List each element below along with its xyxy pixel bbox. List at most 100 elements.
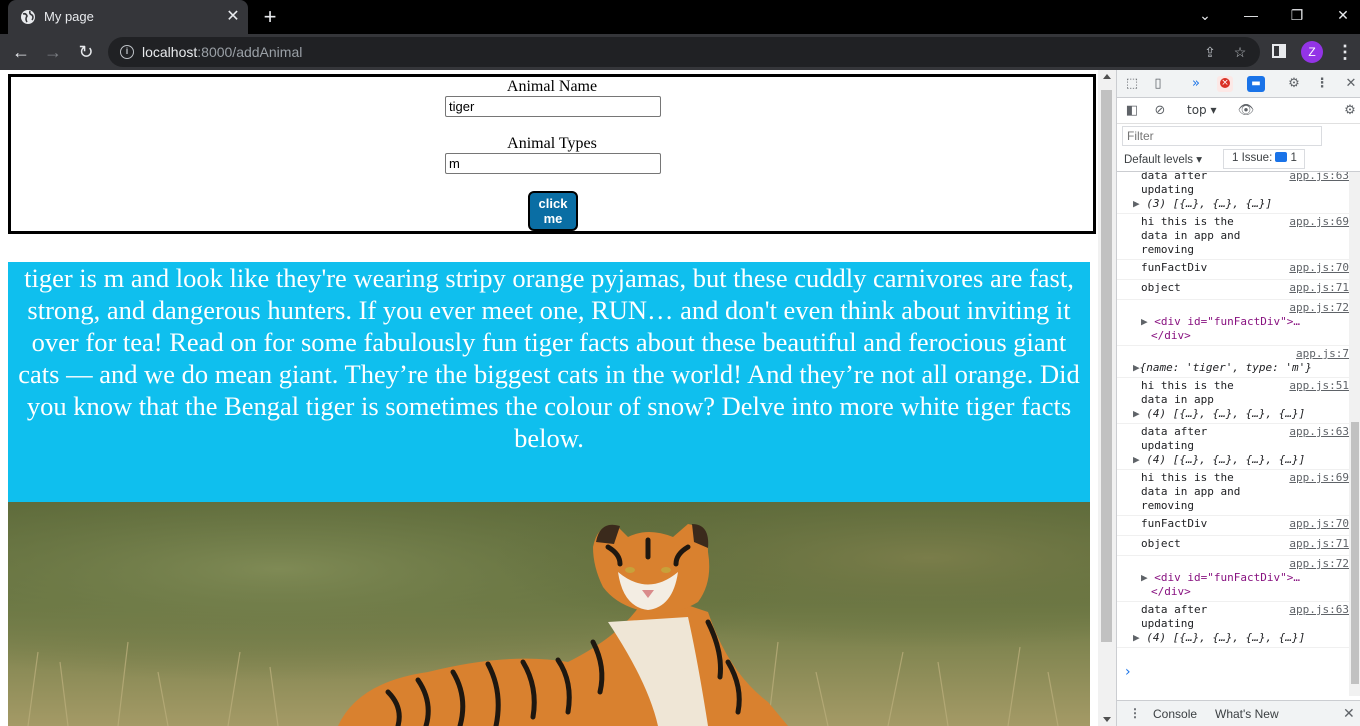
log-source-link[interactable]: app.js:70 <box>1289 517 1349 531</box>
share-icon[interactable]: ⇪ <box>1200 42 1220 62</box>
log-source-link[interactable]: app.js:51 <box>1289 379 1349 393</box>
console-log-entry: app.js:72 ▶ <div id="funFactDiv">… </div> <box>1117 556 1349 602</box>
levels-row: Default levels ▾ 1 Issue: 1 <box>1117 148 1360 172</box>
console-log-entry: app.js:63 data after updating ▶ (4) [{…}, … <box>1117 602 1349 648</box>
log-message: funFactDiv <box>1141 517 1208 530</box>
inspect-element-icon[interactable]: ⬚ <box>1123 75 1141 93</box>
log-element-close: </div> <box>1151 329 1191 342</box>
log-message: data after updating <box>1141 425 1208 452</box>
log-message: data after updating <box>1141 172 1208 196</box>
info-icon[interactable]: i <box>120 45 134 59</box>
log-source-link[interactable]: app.js:71 <box>1289 537 1349 551</box>
page-viewport: Animal Name Animal Types click me tiger … <box>0 70 1116 726</box>
log-message: hi this is the data in app <box>1141 379 1234 406</box>
console-scroll-thumb[interactable] <box>1351 422 1359 684</box>
message-count-icon[interactable]: ▬ <box>1247 76 1265 92</box>
devtools-menu-icon[interactable]: ⋮ <box>1313 75 1331 93</box>
address-bar[interactable]: i localhost:8000/addAnimal ⇪ ☆ <box>108 37 1260 67</box>
log-source-link[interactable]: app.js:72 <box>1289 557 1349 571</box>
animal-types-label: Animal Types <box>507 135 597 152</box>
tab-strip: My page ✕ + ⌄ — ❐ ✕ <box>0 0 1360 34</box>
log-levels-dropdown[interactable]: Default levels ▾ <box>1124 152 1202 166</box>
scroll-up-icon[interactable] <box>1103 74 1111 79</box>
bookmark-star-icon[interactable]: ☆ <box>1230 42 1250 62</box>
devtools-panel: ⬚ ▯ » ▬ ⚙ ⋮ ✕ ◧ ⊘ top ▾ 👁 ⚙ Default leve… <box>1116 70 1360 726</box>
more-tabs-icon[interactable]: » <box>1187 75 1205 93</box>
drawer-tab-console[interactable]: Console <box>1153 707 1197 721</box>
animal-types-input[interactable] <box>445 153 661 174</box>
console-settings-icon[interactable]: ⚙ <box>1341 102 1359 120</box>
console-filter-input[interactable] <box>1122 126 1322 146</box>
fun-fact-div: tiger is m and look like they're wearing… <box>8 262 1090 502</box>
animal-name-input[interactable] <box>445 96 661 117</box>
log-array-preview[interactable]: ▶ (4) [{…}, {…}, {…}, {…}] <box>1133 631 1343 645</box>
log-source-link[interactable]: app.js:72 <box>1289 301 1349 315</box>
drawer-close-icon[interactable]: ✕ <box>1343 705 1355 722</box>
profile-avatar[interactable]: Z <box>1301 41 1323 63</box>
live-expression-eye-icon[interactable]: 👁 <box>1237 102 1255 120</box>
log-source-link[interactable]: app.js:63 <box>1289 603 1349 617</box>
url-text: localhost:8000/addAnimal <box>142 44 303 60</box>
console-prompt-icon[interactable]: › <box>1125 664 1131 680</box>
tiger-image <box>8 502 1090 726</box>
log-message: object <box>1141 537 1181 550</box>
log-source-link[interactable]: app.js:69 <box>1289 215 1349 229</box>
log-element-preview[interactable]: ▶ <div id="funFactDiv">… <box>1141 315 1343 329</box>
back-icon[interactable]: ← <box>8 40 34 64</box>
browser-tab[interactable]: My page ✕ <box>8 0 248 34</box>
log-source-link[interactable]: app.js:71 <box>1289 281 1349 295</box>
reload-icon[interactable]: ↻ <box>73 40 99 64</box>
devtools-close-icon[interactable]: ✕ <box>1342 75 1360 93</box>
log-source-link[interactable]: app.js:70 <box>1289 261 1349 275</box>
scroll-down-icon[interactable] <box>1103 717 1111 722</box>
expand-triangle-icon[interactable]: ▶ <box>1133 197 1140 210</box>
log-source-link[interactable]: app.js:7 <box>1296 347 1349 361</box>
expand-triangle-icon[interactable]: ▶ <box>1133 631 1140 644</box>
expand-triangle-icon[interactable]: ▶ <box>1141 571 1148 584</box>
browser-menu-icon[interactable]: ⋮ <box>1336 40 1354 64</box>
expand-triangle-icon[interactable]: ▶ <box>1141 315 1148 328</box>
console-log-entry: app.js:69 hi this is the data in app and … <box>1117 470 1349 516</box>
expand-triangle-icon[interactable]: ▶ <box>1133 407 1140 420</box>
globe-icon <box>21 10 35 24</box>
log-source-link[interactable]: app.js:63 <box>1289 425 1349 439</box>
issue-icon <box>1275 152 1288 162</box>
log-source-link[interactable]: app.js:63 <box>1289 172 1349 183</box>
side-panel-icon[interactable] <box>1272 44 1286 58</box>
click-me-button[interactable]: click me <box>528 191 578 231</box>
log-array-preview[interactable]: ▶ (3) [{…}, {…}, {…}] <box>1133 197 1343 211</box>
settings-gear-icon[interactable]: ⚙ <box>1285 75 1303 93</box>
scroll-thumb[interactable] <box>1101 90 1112 642</box>
console-log-entry: app.js:63 data after updating ▶ (4) [{…}, … <box>1117 424 1349 470</box>
issues-button[interactable]: 1 Issue: 1 <box>1223 149 1305 169</box>
restore-icon[interactable]: ❐ <box>1274 0 1320 30</box>
devtools-toolbar: ⬚ ▯ » ▬ ⚙ ⋮ ✕ <box>1117 70 1360 98</box>
sidebar-toggle-icon[interactable]: ◧ <box>1123 102 1141 120</box>
log-element-preview[interactable]: ▶ <div id="funFactDiv">… <box>1141 571 1343 585</box>
console-scrollbar[interactable] <box>1349 172 1360 696</box>
log-element-close: </div> <box>1151 585 1191 598</box>
forward-icon[interactable]: → <box>40 40 66 64</box>
drawer-tab-whats-new[interactable]: What's New <box>1215 707 1279 721</box>
log-source-link[interactable]: app.js:69 <box>1289 471 1349 485</box>
context-selector[interactable]: top ▾ <box>1187 103 1217 117</box>
minimize-icon[interactable]: — <box>1228 0 1274 30</box>
error-count-icon[interactable] <box>1217 76 1233 92</box>
drawer-menu-icon[interactable]: ⋮ <box>1129 706 1141 720</box>
page-scrollbar[interactable] <box>1098 70 1116 726</box>
console-log-entry: app.js:70 funFactDiv <box>1117 516 1349 536</box>
window-close-icon[interactable]: ✕ <box>1320 0 1360 30</box>
log-array-preview[interactable]: ▶ (4) [{…}, {…}, {…}, {…}] <box>1133 407 1343 421</box>
log-array-preview[interactable]: ▶ (4) [{…}, {…}, {…}, {…}] <box>1133 453 1343 467</box>
new-tab-icon[interactable]: + <box>258 5 282 29</box>
add-animal-form: Animal Name Animal Types click me <box>8 74 1096 234</box>
device-toolbar-icon[interactable]: ▯ <box>1149 75 1167 93</box>
close-tab-icon[interactable]: ✕ <box>224 8 242 26</box>
tab-title: My page <box>44 9 94 24</box>
tab-search-icon[interactable]: ⌄ <box>1182 0 1228 30</box>
expand-triangle-icon[interactable]: ▶ <box>1133 453 1140 466</box>
expand-triangle-icon[interactable]: ▶ <box>1133 361 1140 374</box>
clear-console-icon[interactable]: ⊘ <box>1151 102 1169 120</box>
console-messages: app.js:63 data after updating ▶ (3) [{…}, … <box>1117 172 1349 696</box>
log-object-preview[interactable]: ▶{name: 'tiger', type: 'm'} <box>1133 361 1343 375</box>
